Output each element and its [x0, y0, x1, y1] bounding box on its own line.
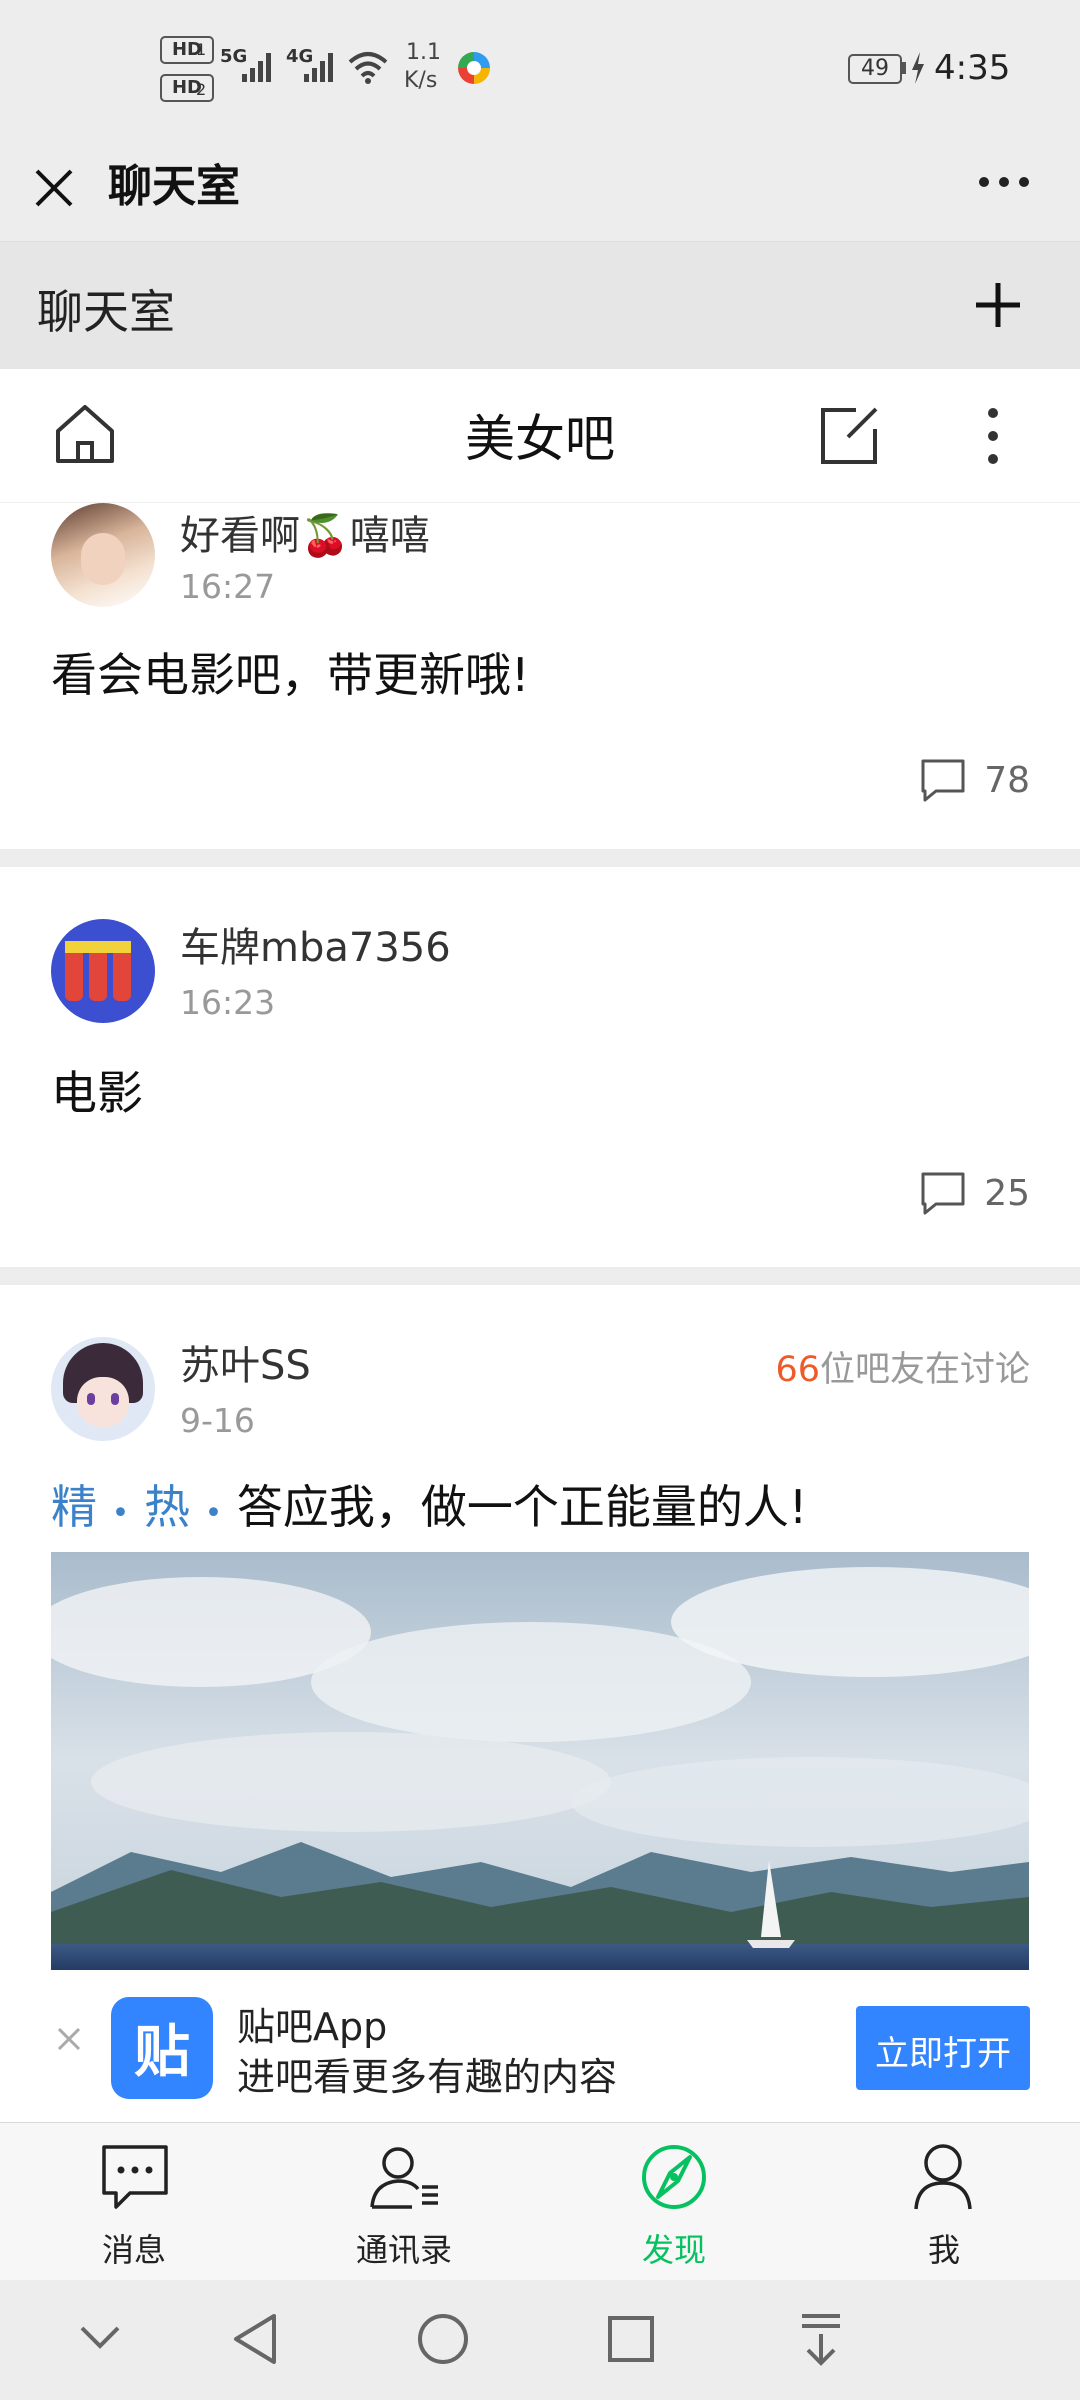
nav-chats-label: 消息 [101, 2231, 166, 2269]
chatroom-title: 聊天室 [37, 285, 175, 339]
avatar[interactable] [51, 1337, 155, 1441]
signal-1-icon [242, 53, 271, 82]
post-text[interactable]: 看会电影吧，带更新哦! [51, 639, 529, 705]
avatar[interactable] [51, 503, 155, 607]
discussion-indicator: 66位吧友在讨论 [775, 1341, 1030, 1392]
post-card[interactable]: 好看啊🍒嘻嘻 16:27 看会电影吧，带更新哦! 78 [0, 503, 1080, 849]
nav-me[interactable]: 我 [844, 2123, 1044, 2281]
post-username[interactable]: 好看啊🍒嘻嘻 [180, 503, 430, 561]
discussion-count: 66 [775, 1350, 820, 1390]
tieba-header: 美女吧 [0, 369, 1080, 503]
bottom-nav: 消息 通讯录 发现 我 [0, 2122, 1080, 2281]
banner-subtitle: 进吧看更多有趣的内容 [237, 2055, 618, 2099]
app-notification-icon [458, 52, 490, 84]
nav-discover-label: 发现 [641, 2231, 706, 2269]
close-icon[interactable] [32, 166, 76, 210]
tag-featured: 精 [51, 1480, 97, 1534]
comment-icon [921, 759, 965, 802]
avatar[interactable] [51, 919, 155, 1023]
chat-bubble-icon [102, 2145, 168, 2209]
sim1-label: 1 [196, 40, 207, 59]
post-title-line[interactable]: 精 • 热 • 答应我，做一个正能量的人! [51, 1471, 807, 1537]
app-promo-banner: 贴 贴吧App 进吧看更多有趣的内容 立即打开 [0, 1970, 1080, 2122]
home-icon[interactable] [52, 401, 118, 467]
post-time: 16:27 [180, 567, 276, 606]
post-username[interactable]: 苏叶SS [180, 1333, 311, 1391]
comment-icon [921, 1172, 965, 1215]
back-triangle-icon[interactable] [230, 2312, 280, 2366]
nav-contacts[interactable]: 通讯录 [304, 2123, 504, 2281]
discussion-text: 位吧友在讨论 [819, 1350, 1030, 1390]
compass-icon [642, 2145, 706, 2209]
battery-icon: 49 [848, 54, 902, 84]
signal-2-icon [304, 53, 333, 82]
tag-hot: 热 [143, 1480, 190, 1534]
notification-pull-icon[interactable] [798, 2312, 844, 2368]
contacts-icon [370, 2147, 438, 2209]
home-circle-icon[interactable] [416, 2312, 470, 2366]
charging-icon [912, 52, 924, 84]
post-time: 9-16 [180, 1401, 255, 1440]
clock: 4:35 [934, 48, 1011, 88]
open-app-button[interactable]: 立即打开 [856, 2006, 1030, 2090]
net-speed-unit: K/s [404, 68, 438, 93]
tag-separator: • [111, 1496, 130, 1531]
title-bar: 聊天室 [0, 136, 1080, 241]
battery-tip [902, 62, 906, 74]
sim2-label: 2 [196, 80, 207, 99]
system-nav-bar [0, 2280, 1080, 2400]
comment-count[interactable]: 78 [920, 758, 1030, 802]
post-text[interactable]: 电影 [51, 1057, 143, 1123]
comment-count[interactable]: 25 [920, 1171, 1030, 1215]
add-icon[interactable] [973, 280, 1023, 330]
forum-title: 美女吧 [465, 410, 615, 468]
tieba-logo-icon: 贴 [111, 1997, 213, 2099]
nav-contacts-label: 通讯录 [355, 2231, 452, 2269]
status-bar: HD 1 HD 2 5G 4G 1.1 K/s 49 4:35 [0, 0, 1080, 136]
post-card[interactable]: 车牌mba7356 16:23 电影 25 [0, 867, 1080, 1267]
chevron-down-icon[interactable] [78, 2322, 122, 2352]
chatroom-header: 聊天室 [0, 241, 1080, 370]
person-icon [914, 2144, 972, 2210]
comment-count-value: 78 [984, 759, 1030, 801]
post-image[interactable] [51, 1552, 1029, 1970]
recents-square-icon[interactable] [606, 2314, 656, 2364]
tag-separator: • [204, 1496, 223, 1531]
post-username[interactable]: 车牌mba7356 [180, 915, 451, 973]
nav-me-label: 我 [927, 2231, 960, 2269]
compose-icon[interactable] [818, 405, 880, 467]
post-time: 16:23 [180, 983, 276, 1022]
post-card[interactable]: 苏叶SS 9-16 66位吧友在讨论 精 • 热 • 答应我，做一个正能量的人! [0, 1285, 1080, 1975]
banner-title: 贴吧App [237, 2005, 388, 2049]
more-options-icon[interactable] [976, 172, 1032, 192]
post-text: 答应我，做一个正能量的人! [236, 1480, 808, 1534]
wifi-icon [348, 52, 388, 84]
close-banner-icon[interactable] [56, 2026, 82, 2052]
nav-chats[interactable]: 消息 [34, 2123, 234, 2281]
nav-discover[interactable]: 发现 [574, 2123, 774, 2281]
comment-count-value: 25 [984, 1172, 1030, 1214]
forum-more-icon[interactable] [980, 405, 1006, 467]
net-speed-value: 1.1 [406, 40, 441, 65]
window-title: 聊天室 [108, 161, 240, 212]
